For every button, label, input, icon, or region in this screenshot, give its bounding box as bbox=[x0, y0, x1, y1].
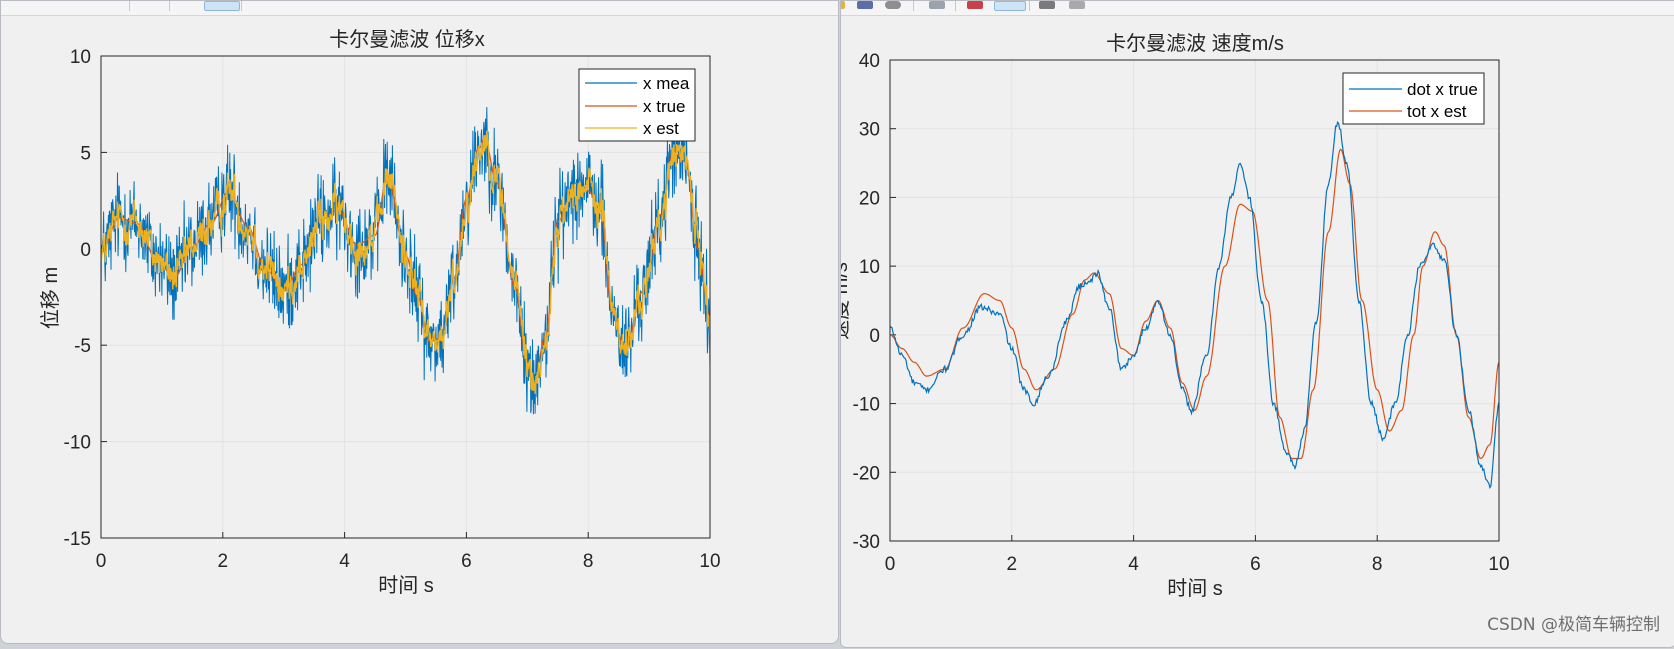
x-tick-label: 0 bbox=[96, 551, 107, 572]
y-axis-label: 位移 m bbox=[39, 267, 62, 329]
x-tick-label: 6 bbox=[1250, 554, 1261, 575]
legend-label-x-est: x est bbox=[643, 119, 679, 138]
x-tick-labels: 0 2 4 6 8 10 bbox=[96, 551, 721, 572]
toolbar-separator bbox=[129, 1, 130, 11]
toolbar-separator bbox=[913, 1, 914, 11]
x-tick-label: 0 bbox=[885, 554, 896, 575]
y-tick-label: -15 bbox=[64, 529, 91, 550]
toolbar-separator bbox=[241, 1, 242, 11]
legend[interactable]: x mea x true x est bbox=[578, 68, 696, 142]
y-tick-label: 5 bbox=[80, 143, 91, 164]
toolbar-button[interactable] bbox=[929, 1, 945, 9]
y-tick-label: -10 bbox=[853, 395, 880, 416]
legend-label-x-true: x true bbox=[643, 97, 686, 116]
figure-window-displacement: 卡尔曼滤波 位移x 0 2 4 6 8 10 10 5 0 -5 -10 -15 时间 s 位移 m… bbox=[0, 0, 839, 644]
toolbar-button[interactable] bbox=[885, 1, 901, 9]
x-tick-label: 4 bbox=[1128, 554, 1139, 575]
watermark-text: CSDN @极简车辆控制 bbox=[1487, 615, 1660, 635]
legend[interactable]: dot x true tot x est bbox=[1342, 72, 1485, 125]
y-axis-label: 速度 m/s bbox=[841, 262, 852, 340]
toolbar-toggle-button[interactable] bbox=[994, 1, 1026, 11]
toolbar-button[interactable] bbox=[1069, 1, 1085, 9]
x-tick-label: 2 bbox=[1007, 554, 1018, 575]
toolbar-toggle-button[interactable] bbox=[204, 1, 240, 11]
figure-window-velocity: 卡尔曼滤波 速度m/s 0 2 4 6 8 10 40 30 20 10 0 -10 -20 -30 时… bbox=[840, 0, 1674, 648]
toolbar-button[interactable] bbox=[967, 1, 983, 9]
x-tick-label: 10 bbox=[1488, 554, 1509, 575]
y-tick-label: 0 bbox=[869, 326, 880, 347]
y-tick-label: -5 bbox=[74, 336, 91, 357]
y-tick-label: 30 bbox=[859, 120, 880, 141]
x-axis-label: 时间 s bbox=[378, 574, 434, 597]
toolbar-separator bbox=[1029, 1, 1030, 11]
y-tick-label: 40 bbox=[859, 51, 880, 72]
toolbar-separator bbox=[169, 1, 170, 11]
y-tick-label: 10 bbox=[70, 47, 91, 68]
plot-title: 卡尔曼滤波 速度m/s bbox=[1106, 32, 1284, 55]
x-tick-label: 6 bbox=[461, 551, 472, 572]
x-axis-label: 时间 s bbox=[1167, 577, 1223, 600]
y-tick-label: 20 bbox=[859, 188, 880, 209]
data-lines bbox=[100, 102, 711, 415]
x-tick-label: 2 bbox=[218, 551, 229, 572]
figure-toolbar bbox=[841, 1, 1674, 16]
displacement-plot[interactable]: 卡尔曼滤波 位移x 0 2 4 6 8 10 10 5 0 -5 -10 -15 时间 s 位移 m… bbox=[1, 15, 838, 643]
x-tick-label: 8 bbox=[1372, 554, 1383, 575]
plot-title: 卡尔曼滤波 位移x bbox=[329, 28, 485, 51]
legend-label-tot-x-est: tot x est bbox=[1407, 102, 1467, 121]
velocity-plot[interactable]: 卡尔曼滤波 速度m/s 0 2 4 6 8 10 40 30 20 10 0 -10 -20 -30 时… bbox=[841, 15, 1674, 647]
x-tick-labels: 0 2 4 6 8 10 bbox=[885, 554, 1510, 575]
y-tick-label: -10 bbox=[64, 433, 91, 454]
y-tick-labels: 40 30 20 10 0 -10 -20 -30 bbox=[853, 51, 880, 553]
toolbar-button[interactable] bbox=[857, 1, 873, 9]
legend-label-x-mea: x mea bbox=[643, 74, 690, 93]
legend-label-dot-x-true: dot x true bbox=[1407, 80, 1478, 99]
y-tick-label: -30 bbox=[853, 532, 880, 553]
toolbar-button[interactable] bbox=[841, 1, 845, 9]
toolbar-separator bbox=[955, 1, 956, 11]
axes-box bbox=[889, 59, 1500, 542]
toolbar-button[interactable] bbox=[1039, 1, 1055, 9]
data-lines bbox=[889, 120, 1500, 490]
x-tick-label: 4 bbox=[339, 551, 350, 572]
y-tick-label: 0 bbox=[80, 240, 91, 261]
x-tick-label: 8 bbox=[583, 551, 594, 572]
y-tick-label: -20 bbox=[853, 463, 880, 484]
figure-toolbar bbox=[1, 1, 838, 16]
series-line-dot-x-true bbox=[889, 120, 1500, 490]
y-tick-labels: 10 5 0 -5 -10 -15 bbox=[64, 47, 91, 550]
y-tick-label: 10 bbox=[859, 257, 880, 278]
x-tick-label: 10 bbox=[699, 551, 720, 572]
grid-lines bbox=[889, 59, 1500, 542]
